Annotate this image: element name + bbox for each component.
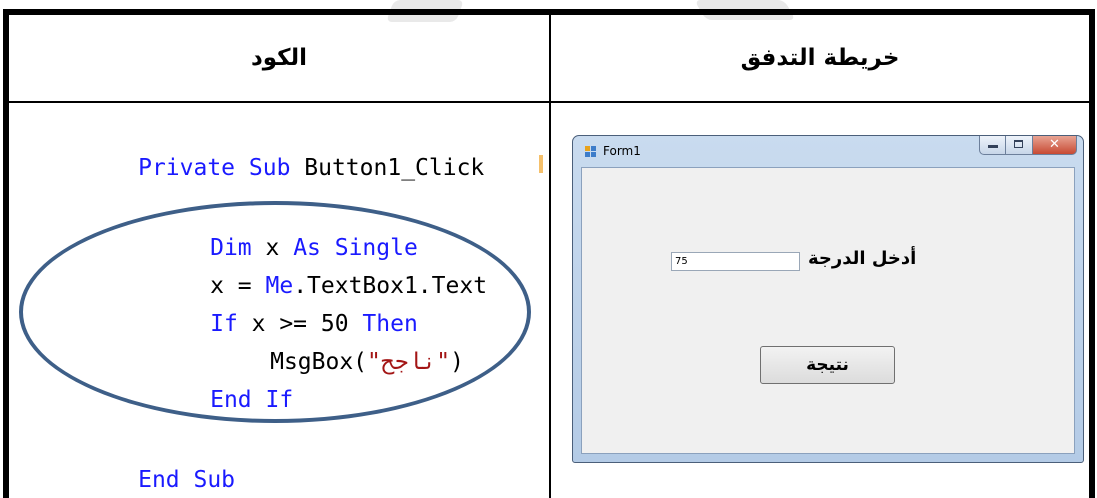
header-flowchart: خريطة التدفق (740, 45, 900, 71)
code-line-sub: Private Sub Button1_Click (55, 129, 484, 207)
code-keyword: Private Sub (138, 155, 291, 181)
window-frame: Form1 75 أدخل الدرجة نتيجة (572, 135, 1084, 463)
close-icon[interactable] (1033, 136, 1077, 155)
grade-label: أدخل الدرجة (808, 248, 917, 269)
code-line-endsub: End Sub (55, 441, 235, 498)
form-app-icon (585, 146, 597, 158)
maximize-icon[interactable] (1006, 136, 1033, 155)
header-code: الكود (250, 45, 308, 71)
caption-buttons (979, 136, 1077, 156)
minimize-icon[interactable] (979, 136, 1006, 155)
result-button[interactable]: نتيجة (760, 346, 895, 384)
code-cutoff-mark (539, 155, 543, 173)
form-client-area: 75 أدخل الدرجة نتيجة (581, 167, 1075, 454)
code-cell: Private Sub Button1_Click Dim x As Singl… (9, 103, 549, 498)
form-window: Form1 75 أدخل الدرجة نتيجة (572, 135, 1084, 463)
grade-textbox[interactable]: 75 (671, 252, 800, 271)
code-text: Button1_Click (290, 155, 485, 181)
code-keyword: End Sub (138, 467, 236, 493)
title-bar[interactable]: Form1 (573, 136, 1083, 166)
window-title: Form1 (603, 144, 641, 158)
highlight-ellipse (19, 201, 531, 423)
